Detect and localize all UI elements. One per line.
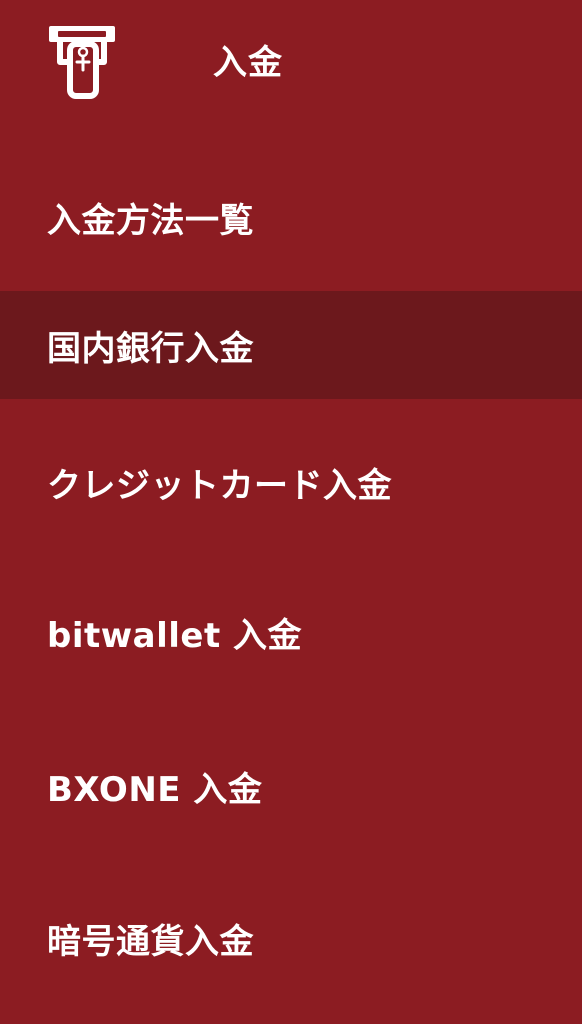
atm-deposit-icon (46, 22, 118, 102)
menu-item-label: 入金方法一覧 (47, 200, 254, 241)
deposit-menu: 入金 入金方法一覧 国内銀行入金 クレジットカード入金 bitwallet 入金… (0, 0, 582, 1024)
menu-item-domestic-bank-deposit[interactable]: 国内銀行入金 (0, 291, 582, 399)
page-title: 入金 (213, 43, 283, 83)
menu-item-credit-card-deposit[interactable]: クレジットカード入金 (0, 410, 582, 554)
menu-item-label: BXONE 入金 (47, 769, 263, 810)
menu-item-label: クレジットカード入金 (47, 465, 392, 506)
menu-item-crypto-deposit[interactable]: 暗号通貨入金 (0, 868, 582, 1008)
menu-item-deposit-methods-list[interactable]: 入金方法一覧 (0, 150, 582, 284)
menu-header: 入金 (0, 0, 582, 128)
menu-item-label: 国内銀行入金 (47, 328, 254, 369)
menu-item-label: bitwallet 入金 (47, 615, 303, 656)
menu-item-label: 暗号通貨入金 (47, 921, 254, 962)
menu-item-bitwallet-deposit[interactable]: bitwallet 入金 (0, 562, 582, 702)
menu-item-bxone-deposit[interactable]: BXONE 入金 (0, 716, 582, 856)
